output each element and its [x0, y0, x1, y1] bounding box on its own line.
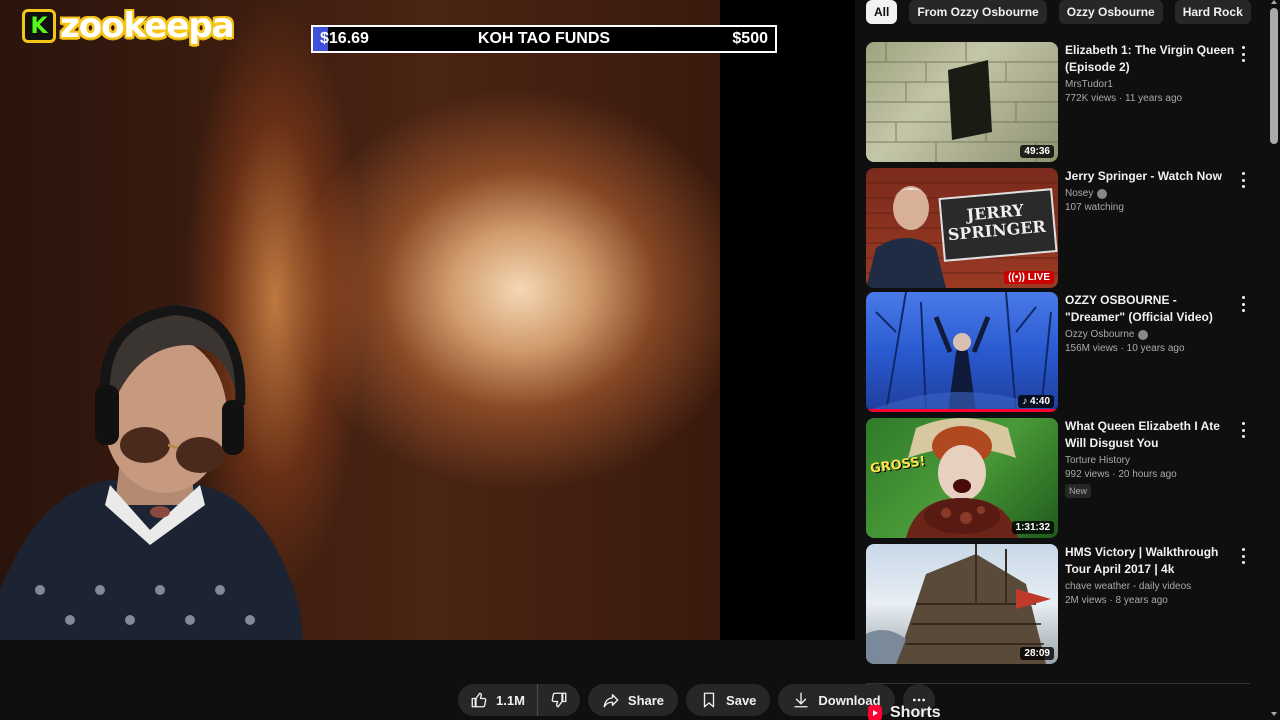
watched-progress-bar [866, 409, 1058, 412]
video-stats: 772K views · 11 years ago [1065, 93, 1183, 104]
scrollbar-thumb[interactable] [1270, 8, 1278, 144]
divider [866, 683, 1250, 684]
video-meta: Jerry Springer - Watch Now Nosey 107 wat… [1065, 168, 1235, 213]
channel-name[interactable]: Nosey [1065, 188, 1235, 199]
video-meta: HMS Victory | Walkthrough Tour April 201… [1065, 544, 1235, 606]
share-icon [603, 694, 619, 708]
video-title[interactable]: HMS Victory | Walkthrough Tour April 201… [1065, 544, 1235, 578]
logo-text: zookeepa [60, 6, 235, 46]
video-menu-button[interactable] [1236, 172, 1250, 188]
video-duration: 28:09 [1020, 647, 1054, 660]
castle-wall-image [866, 42, 1058, 162]
save-button[interactable]: Save [686, 684, 771, 716]
verified-icon [1097, 188, 1108, 199]
channel-name[interactable]: Ozzy Osbourne [1065, 329, 1235, 340]
verified-icon [1138, 329, 1149, 340]
like-count: 1.1M [496, 692, 525, 708]
recommended-video[interactable]: GROSS! 1:31:32 What Queen Elizabeth I At… [866, 418, 1266, 538]
recommended-video[interactable]: 49:36 Elizabeth 1: The Virgin Queen (Epi… [866, 42, 1266, 162]
video-title[interactable]: Jerry Springer - Watch Now [1065, 168, 1235, 185]
funds-progress-bar: $16.69 KOH TAO FUNDS $500 [311, 25, 777, 53]
share-label: Share [627, 692, 665, 708]
dislike-button[interactable] [538, 684, 580, 716]
funds-title: KOH TAO FUNDS [477, 30, 611, 47]
live-badge: ((•)) LIVE [1004, 271, 1054, 284]
video-stats: 156M views · 10 years ago [1065, 343, 1185, 354]
video-menu-button[interactable] [1236, 296, 1250, 312]
video-meta: What Queen Elizabeth I Ate Will Disgust … [1065, 418, 1235, 499]
share-button[interactable]: Share [587, 684, 679, 716]
chip-all[interactable]: All [866, 0, 898, 24]
thumbs-down-icon [551, 692, 567, 708]
queen-elizabeth-image [906, 418, 1018, 538]
chip-from-ozzy-osbourne[interactable]: From Ozzy Osbourne [909, 0, 1047, 24]
video-menu-button[interactable] [1236, 46, 1250, 62]
app-root: K zookeepa $16.69 KOH TAO FUNDS $500 1.1… [0, 0, 1280, 720]
scroll-up-arrow-icon[interactable] [1271, 0, 1277, 4]
recommended-video[interactable]: ♪ 4:40 OZZY OSBOURNE - "Dreamer" (Offici… [866, 292, 1266, 412]
recommendations-sidebar: All From Ozzy Osbourne Ozzy Osbourne Har… [866, 0, 1266, 720]
thumbs-up-icon [471, 692, 487, 708]
video-stats: 107 watching [1065, 202, 1124, 213]
video-menu-button[interactable] [1236, 422, 1250, 438]
recommended-video[interactable]: JERRY SPRINGER ((•)) LIVE Jerry Springer… [866, 168, 1266, 288]
video-title[interactable]: Elizabeth 1: The Virgin Queen (Episode 2… [1065, 42, 1235, 76]
video-duration: 1:31:32 [1011, 521, 1054, 534]
video-meta: OZZY OSBOURNE - "Dreamer" (Official Vide… [1065, 292, 1235, 354]
page-scrollbar[interactable] [1270, 0, 1278, 720]
video-duration: 49:36 [1020, 145, 1054, 158]
video-letterbox [720, 0, 855, 640]
video-stats: 2M views · 8 years ago [1065, 595, 1168, 606]
video-duration: ♪ 4:40 [1018, 395, 1054, 408]
scroll-down-arrow-icon[interactable] [1271, 712, 1277, 716]
channel-name[interactable]: Torture History [1065, 455, 1235, 466]
video-menu-button[interactable] [1236, 548, 1250, 564]
zookeepa-logo: K zookeepa [22, 6, 235, 46]
download-icon [794, 692, 809, 708]
bookmark-icon [703, 692, 715, 708]
video-thumbnail[interactable]: 49:36 [866, 42, 1058, 162]
video-meta: Elizabeth 1: The Virgin Queen (Episode 2… [1065, 42, 1235, 104]
video-title[interactable]: OZZY OSBOURNE - "Dreamer" (Official Vide… [1065, 292, 1235, 326]
save-label: Save [726, 692, 757, 708]
channel-name[interactable]: MrsTudor1 [1065, 79, 1235, 90]
channel-name[interactable]: chave weather - daily videos [1065, 581, 1235, 592]
shorts-label: Shorts [890, 704, 941, 720]
recommended-video[interactable]: 28:09 HMS Victory | Walkthrough Tour Apr… [866, 544, 1266, 664]
hms-victory-image [866, 544, 1051, 664]
video-player[interactable]: K zookeepa $16.69 KOH TAO FUNDS $500 [0, 0, 855, 640]
video-title[interactable]: What Queen Elizabeth I Ate Will Disgust … [1065, 418, 1235, 452]
filter-chips: All From Ozzy Osbourne Ozzy Osbourne Har… [866, 0, 1251, 24]
like-dislike-group: 1.1M [458, 684, 580, 716]
video-thumbnail[interactable]: GROSS! 1:31:32 [866, 418, 1058, 538]
webcam-overlay [0, 304, 303, 640]
like-button[interactable]: 1.1M [458, 684, 538, 716]
chip-hard-rock[interactable]: Hard Rock [1174, 0, 1251, 24]
video-stats: 992 views · 20 hours ago [1065, 469, 1177, 480]
shorts-section-header[interactable]: Shorts [868, 704, 941, 720]
shorts-icon [868, 705, 882, 720]
funds-goal: $500 [732, 30, 768, 47]
video-thumbnail[interactable]: 28:09 [866, 544, 1058, 664]
chip-ozzy-osbourne[interactable]: Ozzy Osbourne [1058, 0, 1163, 24]
video-actions: 1.1M Share Save Download [458, 684, 935, 716]
new-badge: New [1065, 484, 1092, 498]
ozzy-dreamer-image [866, 292, 1058, 412]
kick-icon: K [22, 9, 56, 43]
video-thumbnail[interactable]: JERRY SPRINGER ((•)) LIVE [866, 168, 1058, 288]
video-thumbnail[interactable]: ♪ 4:40 [866, 292, 1058, 412]
